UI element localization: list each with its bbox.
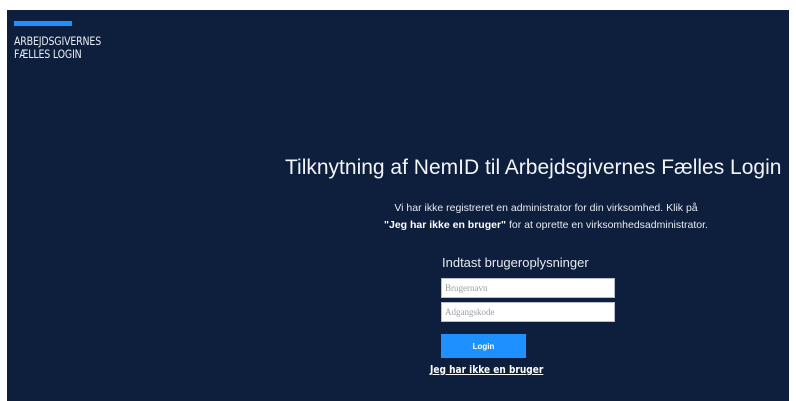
username-input[interactable] — [441, 278, 615, 298]
page-title: Tilknytning af NemID til Arbejdsgivernes… — [285, 156, 782, 179]
intro-bold-link-text: "Jeg har ikke en bruger" — [384, 219, 507, 231]
brand-accent-bar — [14, 21, 72, 26]
login-page: ARBEJDSGIVERNES FÆLLES LOGIN Tilknytning… — [7, 10, 789, 401]
login-button[interactable]: Login — [441, 334, 526, 358]
brand-logo: ARBEJDSGIVERNES FÆLLES LOGIN — [14, 35, 101, 61]
intro-line-2: for at oprette en virksomhedsadministrat… — [506, 219, 708, 231]
form-subheading: Indtast brugeroplysninger — [442, 255, 589, 270]
intro-line-1: Vi har ikke registreret en administrator… — [394, 202, 698, 214]
intro-text: Vi har ikke registreret en administrator… — [307, 200, 785, 234]
brand-line-2: FÆLLES LOGIN — [14, 47, 82, 61]
password-input[interactable] — [441, 302, 615, 322]
no-user-link[interactable]: Jeg har ikke en bruger — [430, 363, 543, 376]
